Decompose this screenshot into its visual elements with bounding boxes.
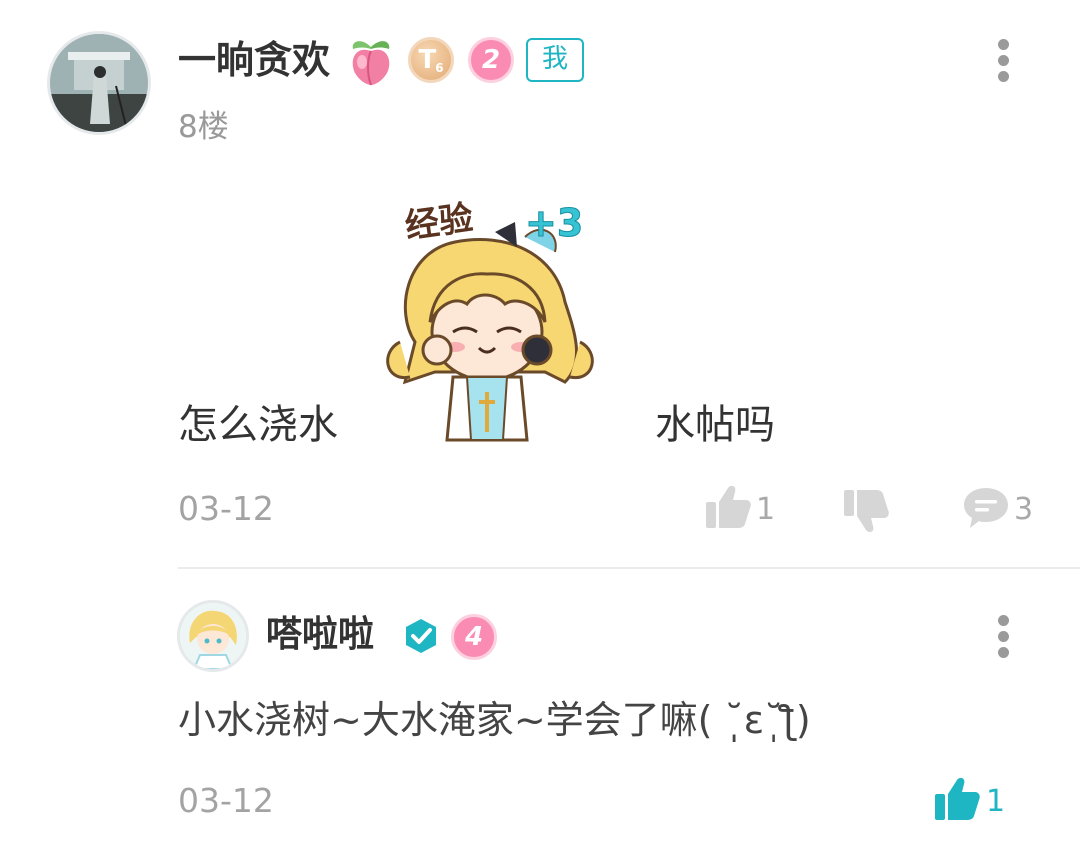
user-avatar[interactable] (47, 31, 151, 135)
comment-icon[interactable] (962, 486, 1010, 530)
thumbs-up-icon[interactable] (932, 776, 982, 822)
floor-number: 8楼 (178, 109, 229, 145)
thumbs-down-icon[interactable] (842, 488, 890, 536)
sticker-image: 经验 +3 (375, 192, 600, 442)
title-badge-letter: T (418, 45, 437, 75)
username[interactable]: 一晌贪欢 (178, 36, 330, 84)
divider (178, 567, 1080, 569)
peach-icon (345, 35, 397, 87)
comment-count: 3 (1014, 492, 1034, 527)
thumbs-up-icon[interactable] (704, 484, 752, 530)
more-icon[interactable] (990, 612, 1018, 662)
self-tag: 我 (526, 38, 584, 82)
title-badge-icon[interactable]: T6 (408, 37, 454, 83)
title-badge-level: 6 (435, 61, 444, 75)
reply-like-count: 1 (986, 784, 1006, 819)
level-badge: 2 (468, 37, 514, 83)
reply-date: 03-12 (178, 781, 274, 820)
reply-username[interactable]: 嗒啦啦 (266, 612, 374, 658)
post-date: 03-12 (178, 489, 274, 528)
like-count: 1 (756, 492, 776, 527)
post-content-after: 水帖吗 (655, 402, 775, 448)
verified-icon (403, 617, 439, 655)
more-icon[interactable] (990, 36, 1018, 86)
reply-content: 小水浇树~大水淹家~学会了嘛( ˘̩̩̩ε˘̩ƪ) (178, 698, 811, 742)
post-content-before: 怎么浇水 (178, 402, 338, 448)
reply-user-avatar[interactable] (177, 600, 249, 672)
sticker-plus: +3 (525, 201, 583, 245)
reply-level-badge: 4 (451, 614, 497, 660)
